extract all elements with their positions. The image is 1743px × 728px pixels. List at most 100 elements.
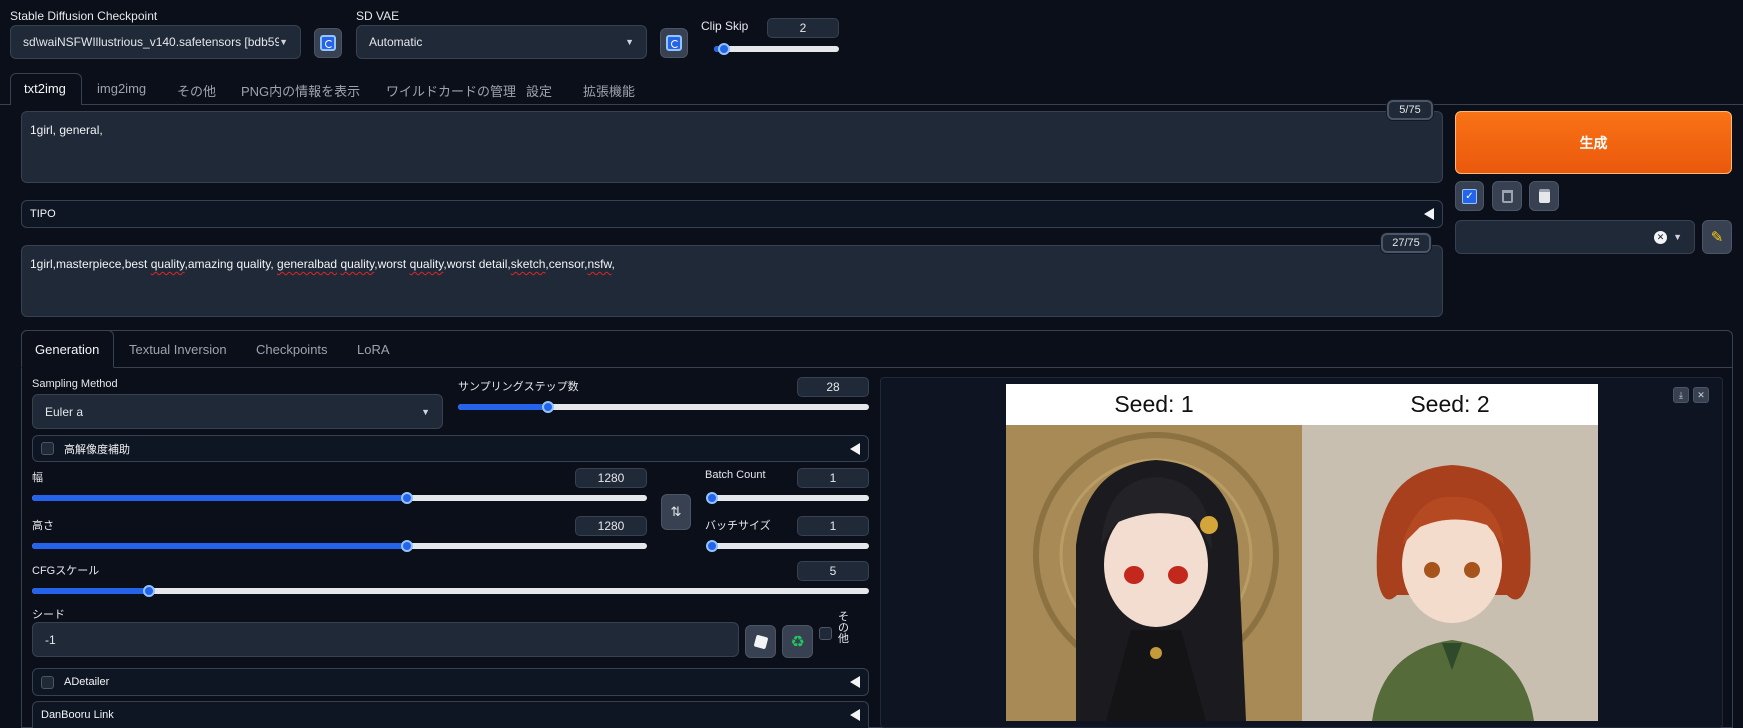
steps-input[interactable]: 28 — [797, 377, 869, 397]
width-slider[interactable] — [32, 492, 647, 504]
checkpoint-select[interactable]: sd\waiNSFWIllustrious_v140.safetensors [… — [10, 25, 301, 59]
negative-prompt-textarea[interactable]: 1girl,masterpiece,best quality,amazing q… — [21, 245, 1443, 317]
tabs-divider — [0, 104, 1743, 105]
steps-label: サンプリングステップ数 — [458, 381, 579, 393]
collapse-triangle-icon — [850, 709, 860, 721]
prompt-textarea[interactable]: 1girl, general, — [21, 111, 1443, 183]
tab-wildcards[interactable]: ワイルドカードの管理 — [386, 81, 516, 100]
hires-checkbox[interactable] — [41, 442, 54, 455]
cfg-fill — [32, 588, 150, 594]
height-fill — [32, 543, 408, 549]
cfg-label: CFGスケール — [32, 565, 100, 577]
tab-checkpoints[interactable]: Checkpoints — [256, 342, 328, 357]
tab-extensions[interactable]: 拡張機能 — [583, 81, 635, 100]
clip-skip-input[interactable]: 2 — [767, 18, 839, 38]
tipo-accordion[interactable]: TIPO — [21, 200, 1443, 228]
pencil-icon: ✎ — [1710, 229, 1724, 246]
sampling-method-select[interactable]: Euler a ▼ — [32, 394, 443, 429]
collapse-triangle-icon — [1424, 208, 1434, 220]
output-image-grid[interactable]: Seed: 1 Seed: 2 — [1006, 384, 1598, 721]
reuse-seed-button[interactable]: ♻ — [782, 625, 813, 658]
tab-lora[interactable]: LoRA — [357, 342, 390, 357]
adetailer-accordion[interactable]: ADetailer — [32, 668, 869, 696]
tab-other[interactable]: その他 — [177, 81, 216, 100]
tab-settings[interactable]: 設定 — [526, 81, 552, 100]
seed1-caption: Seed: 1 — [1114, 391, 1194, 417]
clip-skip-slider[interactable] — [714, 43, 839, 55]
collapse-triangle-icon — [850, 442, 860, 455]
cfg-slider[interactable] — [32, 585, 869, 597]
prompt-text: 1girl, general, — [30, 123, 103, 137]
extra-seed-label: その他 — [838, 611, 849, 645]
tab-png-info[interactable]: PNG内の情報を表示 — [241, 81, 360, 100]
paste-prompt-button[interactable] — [1529, 181, 1559, 211]
width-label: 幅 — [32, 472, 43, 484]
vae-select[interactable]: Automatic ▼ — [356, 25, 647, 59]
batch-size-label: バッチサイズ — [705, 520, 771, 532]
sampling-method-value: Euler a — [45, 404, 84, 419]
chevron-down-icon: ▼ — [421, 406, 430, 417]
collapse-triangle-icon — [850, 676, 860, 688]
steps-fill — [458, 404, 549, 410]
seed-input[interactable]: -1 — [32, 622, 739, 657]
negative-prompt-token-counter: 27/75 — [1381, 233, 1431, 253]
batch-size-input[interactable]: 1 — [797, 516, 869, 536]
random-seed-button[interactable] — [745, 625, 776, 658]
height-slider[interactable] — [32, 540, 647, 552]
seed-label: シード — [32, 609, 65, 621]
tipo-label: TIPO — [30, 208, 56, 220]
batch-size-slider[interactable] — [706, 540, 869, 552]
vae-label: SD VAE — [356, 9, 400, 23]
refresh-icon — [666, 35, 682, 51]
adetailer-checkbox[interactable] — [41, 675, 54, 689]
clip-skip-thumb[interactable] — [718, 43, 730, 55]
close-gallery-button[interactable]: ✕ — [1693, 387, 1709, 403]
steps-slider[interactable] — [458, 401, 869, 413]
subtabs-divider — [114, 367, 1733, 368]
recycle-icon: ♻ — [790, 633, 805, 651]
chevron-down-icon: ▼ — [279, 37, 288, 47]
height-label: 高さ — [32, 520, 54, 532]
generate-button[interactable]: 生成 — [1455, 111, 1732, 174]
batch-count-thumb[interactable] — [706, 492, 718, 504]
batch-size-thumb[interactable] — [706, 540, 718, 552]
apply-styles-button[interactable]: ✓ — [1455, 181, 1484, 211]
clear-prompt-button[interactable] — [1492, 181, 1522, 211]
seed2-caption: Seed: 2 — [1410, 391, 1490, 417]
seed-value: -1 — [45, 632, 56, 647]
tab-generation[interactable]: Generation — [35, 342, 99, 357]
batch-count-slider[interactable] — [706, 492, 869, 504]
edit-styles-button[interactable]: ✎ — [1702, 220, 1732, 254]
chevron-down-icon: ▼ — [625, 37, 634, 47]
tab-img2img[interactable]: img2img — [97, 81, 146, 96]
hires-label: 高解像度補助 — [64, 443, 130, 456]
height-input[interactable]: 1280 — [575, 516, 647, 536]
width-input[interactable]: 1280 — [575, 468, 647, 488]
adetailer-label: ADetailer — [64, 676, 110, 688]
negative-prompt-text: 1girl,masterpiece,best quality,amazing q… — [30, 257, 615, 271]
tab-txt2img[interactable]: txt2img — [24, 81, 66, 96]
dice-icon — [753, 634, 768, 649]
cfg-input[interactable]: 5 — [797, 561, 869, 581]
swap-arrows-icon: ⇅ — [670, 504, 682, 519]
styles-dropdown[interactable]: ✕ ▼ — [1455, 220, 1695, 254]
checkpoint-refresh-button[interactable] — [314, 28, 342, 58]
close-icon: ✕ — [1697, 389, 1705, 400]
vae-value: Automatic — [369, 35, 423, 49]
tab-textual-inversion[interactable]: Textual Inversion — [129, 342, 227, 357]
clip-skip-label: Clip Skip — [701, 19, 749, 33]
chevron-down-icon: ▼ — [1673, 232, 1682, 242]
prompt-token-counter: 5/75 — [1387, 100, 1433, 120]
swap-dimensions-button[interactable]: ⇅ — [661, 494, 691, 530]
clear-icon[interactable]: ✕ — [1654, 230, 1668, 244]
vae-refresh-button[interactable] — [660, 28, 688, 58]
extra-seed-checkbox[interactable] — [819, 627, 832, 640]
download-icon: ⤓ — [1679, 389, 1683, 400]
hires-fix-accordion[interactable]: 高解像度補助 — [32, 435, 869, 462]
batch-count-input[interactable]: 1 — [797, 468, 869, 488]
danbooru-link-accordion[interactable]: DanBooru Link — [32, 701, 869, 728]
checkpoint-label: Stable Diffusion Checkpoint — [10, 9, 158, 23]
generated-image-seed-2 — [1302, 425, 1598, 721]
download-button[interactable]: ⤓ — [1673, 387, 1689, 403]
checkpoint-value: sd\waiNSFWIllustrious_v140.safetensors [… — [23, 35, 280, 49]
